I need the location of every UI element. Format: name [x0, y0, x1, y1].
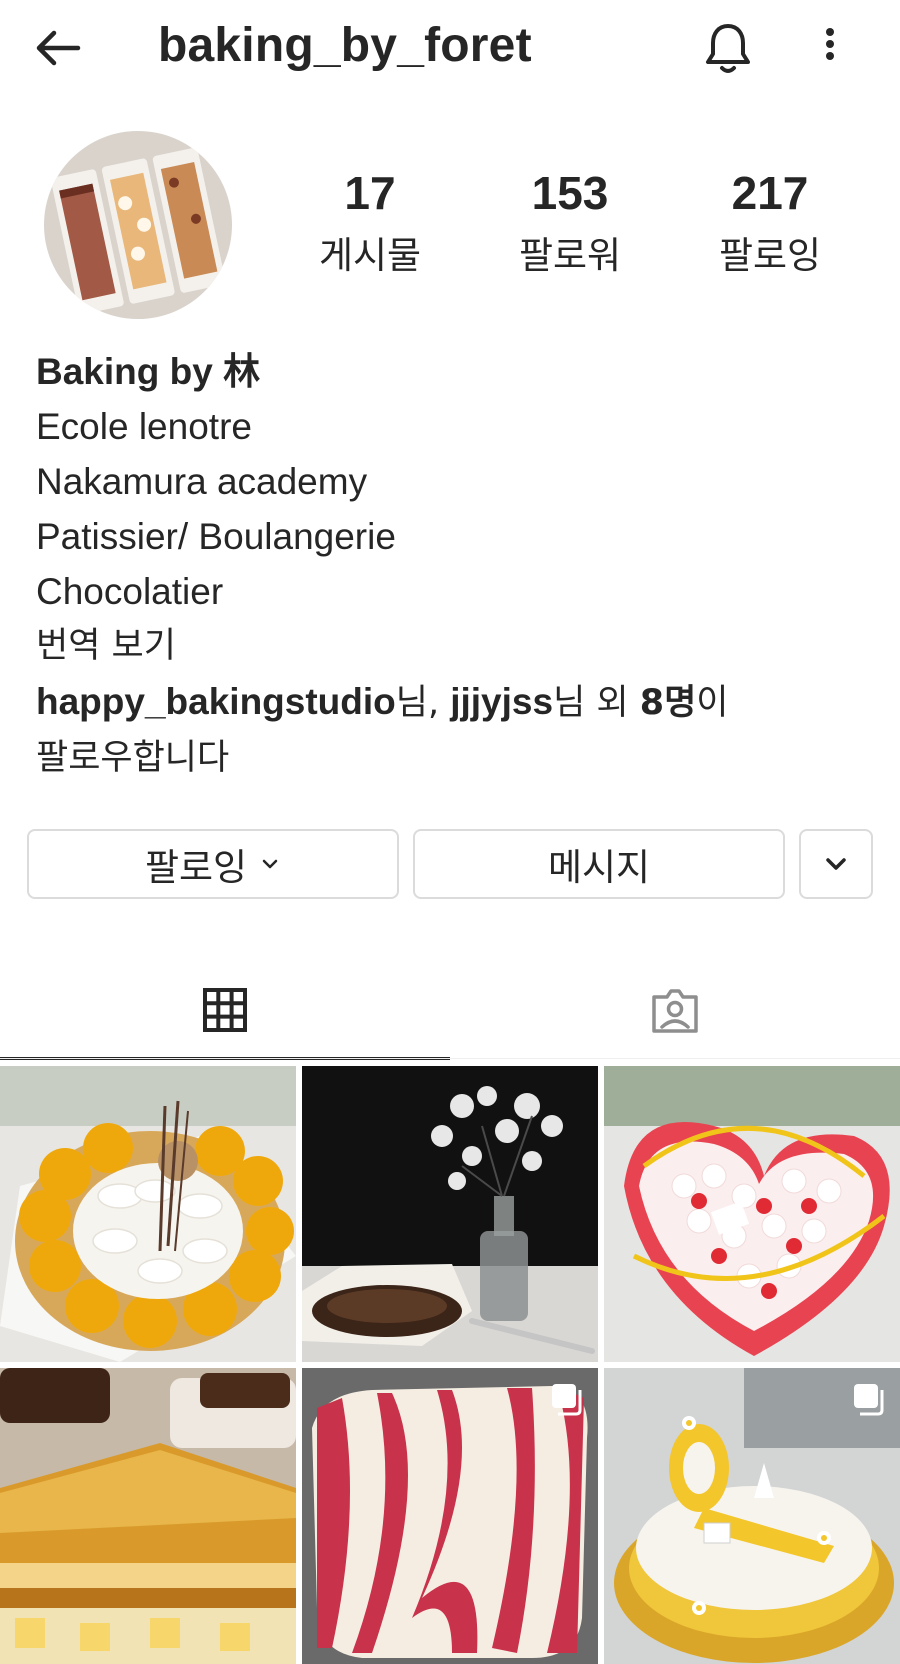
posts-count: 17	[344, 167, 396, 219]
following-count: 217	[731, 167, 809, 219]
more-vertical-icon[interactable]	[815, 20, 845, 80]
followed-by-sep: 님 외	[553, 683, 640, 723]
post-thumbnail[interactable]	[302, 1066, 598, 1362]
tab-tagged[interactable]	[450, 962, 900, 1060]
profile-bio: Baking by 林 Ecole lenotre Nakamura acade…	[36, 344, 876, 786]
bio-line: Nakamura academy	[36, 461, 368, 502]
arrow-left-icon[interactable]	[30, 18, 90, 78]
grid-icon	[203, 987, 247, 1032]
post-thumbnail[interactable]	[0, 1368, 296, 1664]
post-thumbnail[interactable]	[302, 1368, 598, 1664]
followers-label: 팔로워	[518, 233, 622, 277]
chevron-down-icon	[262, 859, 278, 869]
post-thumbnail[interactable]	[604, 1368, 900, 1664]
top-bar: baking_by_foret	[0, 0, 900, 100]
multiple-photos-icon	[552, 1384, 582, 1416]
follower-username[interactable]: happy_bakingstudio	[36, 681, 396, 722]
tab-divider	[0, 1058, 900, 1059]
stat-following[interactable]: 217 팔로잉	[690, 168, 850, 279]
following-button[interactable]: 팔로잉	[27, 829, 399, 899]
following-button-label: 팔로잉	[144, 846, 248, 889]
post-thumbnail[interactable]	[604, 1066, 900, 1362]
tab-grid[interactable]	[0, 962, 450, 1060]
profile-avatar[interactable]	[44, 131, 232, 319]
translate-link[interactable]: 번역 보기	[36, 619, 876, 674]
posts-label: 게시물	[318, 233, 422, 277]
following-label: 팔로잉	[718, 233, 822, 277]
profile-tabs	[0, 962, 900, 1060]
bio-line: Patissier/ Boulangerie	[36, 516, 396, 557]
message-button[interactable]: 메시지	[413, 829, 785, 899]
follower-username[interactable]: jjjyjss	[450, 681, 553, 722]
profile-display-name: Baking by 林	[36, 351, 261, 392]
stat-followers[interactable]: 153 팔로워	[490, 168, 650, 279]
profile-username: baking_by_foret	[158, 19, 532, 72]
followed-by-suffix: 이	[696, 683, 729, 723]
stat-posts[interactable]: 17 게시물	[290, 168, 450, 279]
message-button-label: 메시지	[547, 846, 651, 889]
bio-line: Chocolatier	[36, 571, 224, 612]
multiple-photos-icon	[854, 1384, 884, 1416]
tagged-person-icon	[652, 989, 698, 1033]
bell-icon[interactable]	[700, 18, 756, 78]
post-thumbnail[interactable]	[0, 1066, 296, 1362]
chevron-down-icon	[826, 858, 846, 870]
followed-by-line2: 팔로우합니다	[36, 738, 230, 778]
followers-count: 153	[531, 167, 609, 219]
suggested-accounts-button[interactable]	[799, 829, 873, 899]
followed-by[interactable]: happy_bakingstudio님, jjjyjss님 외 8명이	[36, 674, 876, 731]
bio-line: Ecole lenotre	[36, 406, 252, 447]
followed-by-sep: 님,	[395, 683, 451, 723]
followed-by-count: 8명	[639, 683, 697, 723]
